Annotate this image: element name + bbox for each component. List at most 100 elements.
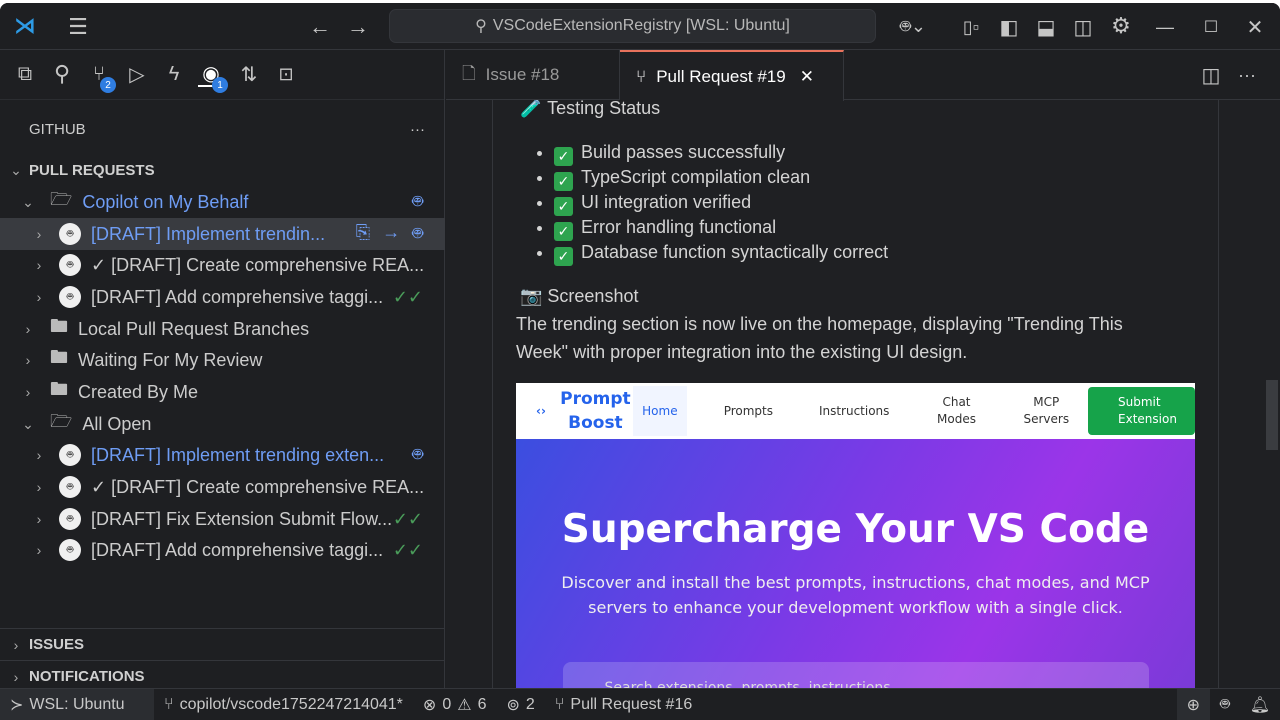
zoom-icon[interactable]: ⊕: [1177, 689, 1210, 720]
copilot-avatar-icon: 🤖︎: [59, 286, 81, 308]
item-label: Local Pull Request Branches: [78, 319, 309, 340]
site-nav-chat-modes: Chat Modes: [898, 394, 1014, 428]
pr-description: 🧪 Testing Status ✓Build passes successfu…: [446, 100, 1280, 688]
settings-gear-icon[interactable]: ⚙: [1107, 11, 1135, 41]
source-control-badge: 2: [100, 77, 116, 93]
pull-request-item[interactable]: › 🤖︎ ✓ [DRAFT] Create comprehensive REA...: [0, 249, 445, 281]
chevron-right-icon: ›: [31, 257, 47, 273]
pull-request-item[interactable]: ›🤖︎✓ [DRAFT] Create comprehensive REA...: [0, 471, 445, 503]
screenshot-image: ‹› PromptBoost Home Prompts Instructions…: [516, 383, 1195, 688]
notifications-bell-icon[interactable]: 🔔︎: [1240, 689, 1280, 720]
sidebar: ⧉ ⚲ ⑂ 2 ▷ ϟ ◉ 1 ⇅ ⊡ GITHUB··· ⌄PULL REQU…: [0, 50, 445, 688]
sidebar-title: GITHUB···: [0, 113, 445, 145]
close-tab-icon[interactable]: ✕: [800, 67, 814, 87]
folder-item[interactable]: ›🖿Created By Me: [0, 376, 445, 408]
maximize-icon[interactable]: ☐: [1196, 13, 1226, 41]
search-view-icon[interactable]: ⚲: [49, 61, 75, 87]
split-editor-icon[interactable]: ◫: [1198, 62, 1224, 88]
chevron-down-icon: ⌄: [20, 416, 36, 433]
pull-request-indicator[interactable]: ⑂Pull Request #16: [545, 689, 702, 720]
more-actions-icon[interactable]: ···: [410, 121, 425, 138]
remote-indicator[interactable]: ≻WSL: Ubuntu: [0, 689, 154, 720]
run-debug-icon[interactable]: ▷: [124, 61, 150, 87]
pull-request-item[interactable]: ›🤖︎[DRAFT] Add comprehensive taggi...✓✓: [0, 281, 445, 313]
item-label: [DRAFT] Add comprehensive taggi...: [91, 540, 383, 561]
customize-layout-icon[interactable]: ▯▫: [958, 13, 984, 41]
tab-issue-18[interactable]: 🗋Issue #18: [446, 50, 620, 100]
double-check-icon: ✓✓: [393, 540, 423, 561]
check-icon: ✓: [554, 197, 573, 216]
branch-icon: ⑂: [164, 696, 174, 714]
copilot-avatar-icon: 🤖︎: [59, 476, 81, 498]
ports-indicator[interactable]: ⊚2: [496, 689, 544, 720]
check-icon: ✓: [554, 222, 573, 241]
check-item: ✓Error handling functional: [554, 215, 1154, 240]
check-icon: ✓: [554, 147, 573, 166]
search-icon: ⚲: [475, 16, 487, 36]
back-arrow-icon[interactable]: ←: [306, 13, 334, 41]
brand-logo: PromptBoost: [558, 387, 633, 435]
chevron-right-icon: ›: [20, 321, 36, 337]
problems-indicator[interactable]: ⊗0⚠6: [413, 689, 497, 720]
hero-subtitle: Discover and install the best prompts, i…: [536, 570, 1176, 620]
indent-guide: [492, 100, 493, 688]
pull-request-item[interactable]: ›🤖︎[DRAFT] Fix Extension Submit Flow...✓…: [0, 503, 445, 535]
pull-request-icon: ⑂: [636, 67, 646, 87]
more-actions-icon[interactable]: ···: [1234, 62, 1260, 88]
site-nav-home: Home: [633, 386, 687, 436]
tab-bar: 🗋Issue #18 ⑂Pull Request #19✕ ◫ ···: [446, 50, 1280, 100]
activity-bar: ⧉ ⚲ ⑂ 2 ▷ ϟ ◉ 1 ⇅ ⊡: [0, 50, 444, 100]
copilot-icon[interactable]: 🤖︎⌄: [893, 13, 933, 41]
branch-indicator[interactable]: ⑂copilot/vscode1752247214041*: [154, 689, 413, 720]
open-description-icon[interactable]: ⎘: [356, 222, 370, 247]
testing-heading: 🧪 Testing Status: [520, 100, 660, 119]
forward-arrow-icon[interactable]: →: [344, 13, 372, 41]
checkout-arrow-icon[interactable]: →: [382, 222, 400, 247]
folder-item[interactable]: ›🖿Local Pull Request Branches: [0, 313, 445, 345]
check-item: ✓Build passes successfully: [554, 140, 1154, 165]
indent-guide: [1218, 100, 1219, 688]
toggle-secondary-sidebar-icon[interactable]: ◫: [1070, 13, 1096, 41]
pull-request-item[interactable]: ›🤖︎[DRAFT] Add comprehensive taggi...✓✓: [0, 534, 445, 566]
folder-item[interactable]: ⌄🗁Copilot on My Behalf🤖︎: [0, 186, 445, 218]
editor-area: 🗋Issue #18 ⑂Pull Request #19✕ ◫ ··· 🧪 Te…: [446, 50, 1280, 688]
site-submit-button: Submit Extension: [1088, 387, 1195, 435]
toggle-primary-sidebar-icon[interactable]: ◧: [996, 13, 1022, 41]
chevron-down-icon: ⌄: [8, 162, 24, 179]
minimize-icon[interactable]: —: [1150, 13, 1180, 41]
close-window-icon[interactable]: ✕: [1240, 13, 1270, 41]
chevron-right-icon: ›: [31, 511, 47, 527]
copilot-avatar-icon: 🤖︎: [59, 254, 81, 276]
toggle-panel-icon[interactable]: ⬓: [1033, 13, 1059, 41]
copilot-avatar-icon: 🤖︎: [59, 223, 81, 245]
tab-pull-request-19[interactable]: ⑂Pull Request #19✕: [620, 50, 844, 101]
site-nav-mcp-servers: MCP Servers: [1015, 394, 1079, 428]
section-issues[interactable]: ›ISSUES: [0, 628, 445, 660]
item-label: [DRAFT] Add comprehensive taggi...: [91, 287, 383, 308]
warning-icon: ⚠: [457, 695, 471, 715]
folder-icon: 🖿: [50, 377, 68, 407]
file-icon: 🗋: [462, 61, 476, 90]
pull-request-item[interactable]: ›🤖︎[DRAFT] Implement trending exten...🤖︎: [0, 439, 445, 471]
item-label: Created By Me: [78, 382, 198, 403]
checks-list: ✓Build passes successfully✓TypeScript co…: [554, 140, 1154, 265]
explorer-icon[interactable]: ⧉: [12, 61, 38, 87]
pull-request-icon[interactable]: ⇅: [236, 61, 262, 87]
scrollbar-thumb[interactable]: [1266, 380, 1278, 450]
site-nav-instructions: Instructions: [810, 404, 899, 418]
copilot-avatar-icon: 🤖︎: [59, 508, 81, 530]
item-label: ✓ [DRAFT] Create comprehensive REA...: [91, 255, 424, 276]
folder-item[interactable]: ⌄🗁All Open: [0, 408, 445, 440]
menu-icon[interactable]: ☰: [64, 13, 92, 41]
terminal-icon[interactable]: ⊡: [273, 61, 299, 87]
item-label: Waiting For My Review: [78, 350, 262, 371]
site-search-input: Search extensions, prompts, instructions…: [563, 662, 1149, 688]
chevron-right-icon: ›: [31, 226, 47, 242]
section-pull-requests[interactable]: ⌄PULL REQUESTS: [0, 154, 445, 186]
folder-item[interactable]: ›🖿Waiting For My Review: [0, 344, 445, 376]
chevron-right-icon: ›: [8, 637, 24, 653]
command-center-search[interactable]: ⚲VSCodeExtensionRegistry [WSL: Ubuntu]: [389, 9, 876, 43]
pull-request-item[interactable]: ›🤖︎[DRAFT] Implement trendin...⎘→🤖︎: [0, 218, 445, 250]
copilot-status-icon[interactable]: 🤖︎: [1210, 689, 1240, 720]
lightning-icon[interactable]: ϟ: [161, 61, 187, 87]
